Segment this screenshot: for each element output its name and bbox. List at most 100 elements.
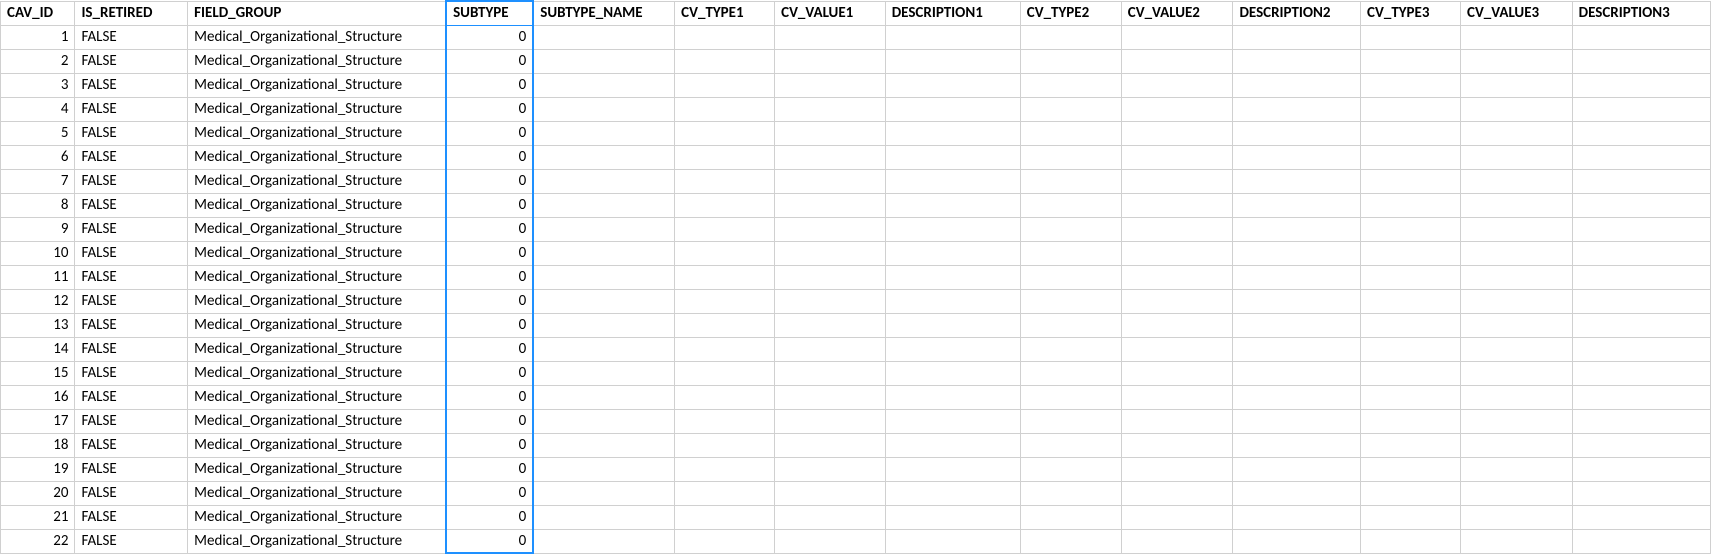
column-header-subtype_name[interactable]: SUBTYPE_NAME (533, 1, 674, 25)
cell-subtype_name[interactable] (533, 73, 674, 97)
cell-cv_type2[interactable] (1020, 433, 1121, 457)
cell-cv_value1[interactable] (775, 457, 886, 481)
cell-is_retired[interactable]: FALSE (75, 97, 188, 121)
cell-is_retired[interactable]: FALSE (75, 169, 188, 193)
cell-field_group[interactable]: Medical_Organizational_Structure (188, 529, 446, 553)
cell-description3[interactable] (1572, 481, 1710, 505)
cell-description2[interactable] (1233, 457, 1361, 481)
cell-field_group[interactable]: Medical_Organizational_Structure (188, 361, 446, 385)
cell-cav_id[interactable]: 16 (1, 385, 75, 409)
cell-cv_value3[interactable] (1461, 145, 1573, 169)
cell-subtype[interactable]: 0 (446, 145, 533, 169)
cell-description3[interactable] (1572, 361, 1710, 385)
cell-field_group[interactable]: Medical_Organizational_Structure (188, 385, 446, 409)
cell-cav_id[interactable]: 20 (1, 481, 75, 505)
cell-cv_value3[interactable] (1461, 217, 1573, 241)
column-header-cv_type1[interactable]: CV_TYPE1 (675, 1, 775, 25)
cell-cv_type2[interactable] (1020, 505, 1121, 529)
cell-cv_value3[interactable] (1461, 481, 1573, 505)
cell-description3[interactable] (1572, 169, 1710, 193)
cell-cav_id[interactable]: 1 (1, 25, 75, 49)
cell-cv_value2[interactable] (1121, 169, 1233, 193)
table-row[interactable]: 21FALSEMedical_Organizational_Structure0 (1, 505, 1711, 529)
cell-description1[interactable] (885, 145, 1020, 169)
cell-description3[interactable] (1572, 73, 1710, 97)
cell-subtype_name[interactable] (533, 409, 674, 433)
cell-cv_value1[interactable] (775, 145, 886, 169)
cell-subtype[interactable]: 0 (446, 481, 533, 505)
cell-subtype[interactable]: 0 (446, 25, 533, 49)
cell-cv_value2[interactable] (1121, 145, 1233, 169)
cell-subtype[interactable]: 0 (446, 121, 533, 145)
cell-description2[interactable] (1233, 145, 1361, 169)
cell-description2[interactable] (1233, 385, 1361, 409)
cell-cv_value1[interactable] (775, 169, 886, 193)
cell-cv_value3[interactable] (1461, 505, 1573, 529)
cell-cv_value1[interactable] (775, 49, 886, 73)
cell-cv_type1[interactable] (675, 361, 775, 385)
cell-subtype_name[interactable] (533, 385, 674, 409)
cell-description1[interactable] (885, 25, 1020, 49)
cell-cv_type2[interactable] (1020, 121, 1121, 145)
cell-description3[interactable] (1572, 313, 1710, 337)
cell-cv_type3[interactable] (1361, 169, 1461, 193)
cell-cv_value1[interactable] (775, 529, 886, 553)
cell-cv_type3[interactable] (1361, 25, 1461, 49)
cell-subtype_name[interactable] (533, 265, 674, 289)
cell-cv_value1[interactable] (775, 361, 886, 385)
column-header-is_retired[interactable]: IS_RETIRED (75, 1, 188, 25)
cell-description1[interactable] (885, 385, 1020, 409)
cell-description3[interactable] (1572, 385, 1710, 409)
cell-cv_value2[interactable] (1121, 385, 1233, 409)
cell-cv_type1[interactable] (675, 505, 775, 529)
cell-cv_type3[interactable] (1361, 289, 1461, 313)
cell-cv_value3[interactable] (1461, 25, 1573, 49)
cell-subtype[interactable]: 0 (446, 289, 533, 313)
cell-field_group[interactable]: Medical_Organizational_Structure (188, 49, 446, 73)
cell-subtype_name[interactable] (533, 25, 674, 49)
cell-is_retired[interactable]: FALSE (75, 289, 188, 313)
cell-is_retired[interactable]: FALSE (75, 49, 188, 73)
cell-is_retired[interactable]: FALSE (75, 145, 188, 169)
cell-is_retired[interactable]: FALSE (75, 25, 188, 49)
cell-subtype_name[interactable] (533, 313, 674, 337)
cell-description2[interactable] (1233, 361, 1361, 385)
cell-cv_type3[interactable] (1361, 265, 1461, 289)
cell-cav_id[interactable]: 19 (1, 457, 75, 481)
cell-cv_type3[interactable] (1361, 73, 1461, 97)
column-header-cv_type2[interactable]: CV_TYPE2 (1020, 1, 1121, 25)
cell-subtype_name[interactable] (533, 49, 674, 73)
cell-description3[interactable] (1572, 121, 1710, 145)
column-header-cv_value1[interactable]: CV_VALUE1 (775, 1, 886, 25)
cell-cv_type1[interactable] (675, 121, 775, 145)
cell-description3[interactable] (1572, 457, 1710, 481)
cell-subtype_name[interactable] (533, 241, 674, 265)
cell-cv_value2[interactable] (1121, 73, 1233, 97)
cell-cv_type3[interactable] (1361, 385, 1461, 409)
cell-field_group[interactable]: Medical_Organizational_Structure (188, 217, 446, 241)
cell-cv_type1[interactable] (675, 481, 775, 505)
cell-description2[interactable] (1233, 97, 1361, 121)
cell-description2[interactable] (1233, 49, 1361, 73)
cell-cv_type3[interactable] (1361, 457, 1461, 481)
cell-cav_id[interactable]: 2 (1, 49, 75, 73)
cell-subtype_name[interactable] (533, 169, 674, 193)
cell-subtype_name[interactable] (533, 505, 674, 529)
cell-subtype[interactable]: 0 (446, 337, 533, 361)
cell-cv_type3[interactable] (1361, 529, 1461, 553)
table-row[interactable]: 4FALSEMedical_Organizational_Structure0 (1, 97, 1711, 121)
column-header-description2[interactable]: DESCRIPTION2 (1233, 1, 1361, 25)
cell-cv_type1[interactable] (675, 145, 775, 169)
cell-subtype[interactable]: 0 (446, 169, 533, 193)
cell-description2[interactable] (1233, 73, 1361, 97)
cell-description3[interactable] (1572, 433, 1710, 457)
cell-cv_value1[interactable] (775, 121, 886, 145)
cell-is_retired[interactable]: FALSE (75, 337, 188, 361)
cell-cv_value3[interactable] (1461, 313, 1573, 337)
cell-cav_id[interactable]: 12 (1, 289, 75, 313)
cell-description3[interactable] (1572, 529, 1710, 553)
table-row[interactable]: 17FALSEMedical_Organizational_Structure0 (1, 409, 1711, 433)
cell-field_group[interactable]: Medical_Organizational_Structure (188, 409, 446, 433)
cell-cv_value1[interactable] (775, 97, 886, 121)
cell-subtype[interactable]: 0 (446, 217, 533, 241)
